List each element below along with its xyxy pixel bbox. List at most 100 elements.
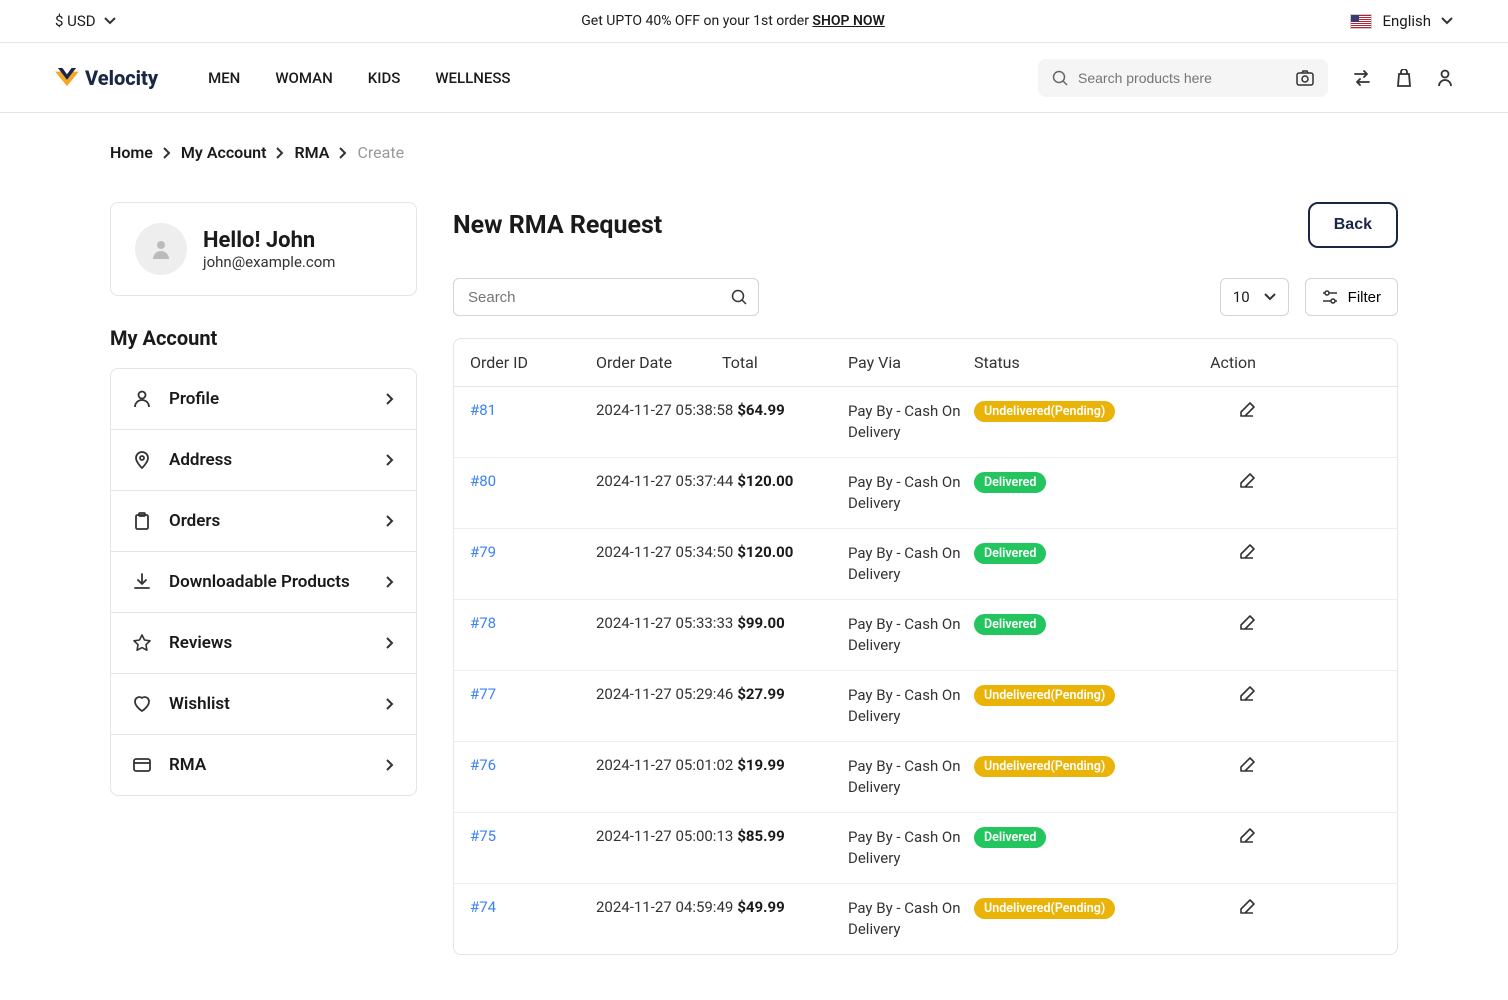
breadcrumb: Home My Account RMA Create [0,113,1508,162]
edit-icon[interactable] [1238,472,1256,490]
camera-icon[interactable] [1296,70,1314,86]
main-content: New RMA Request Back 10 Filter Order [453,202,1398,955]
page-title: New RMA Request [453,211,662,240]
chevron-right-icon [386,576,394,588]
order-id-link[interactable]: #81 [470,401,496,419]
chevron-down-icon [1264,293,1276,301]
status-badge: Delivered [974,543,1046,564]
filter-button[interactable]: Filter [1305,278,1398,316]
order-date: 2024-11-27 05:29:46 [596,685,733,703]
promo-banner: Get UPTO 40% OFF on your 1st order SHOP … [581,13,885,29]
page-size-select[interactable]: 10 [1220,278,1289,316]
filter-label: Filter [1348,289,1381,306]
order-id-link[interactable]: #78 [470,614,496,632]
order-date: 2024-11-27 05:38:58 [596,401,733,419]
chevron-right-icon [163,147,171,159]
breadcrumb-create: Create [357,143,404,162]
chevron-down-icon [104,17,116,25]
order-id-link[interactable]: #80 [470,472,496,490]
edit-icon[interactable] [1238,898,1256,916]
user-card: Hello! John john@example.com [110,202,417,296]
breadcrumb-account[interactable]: My Account [181,143,267,162]
order-total: $27.99 [737,685,784,703]
chevron-down-icon [1441,17,1453,25]
edit-icon[interactable] [1238,756,1256,774]
chevron-right-icon [386,515,394,527]
search-box[interactable] [1038,59,1328,97]
sidebar-item-label: Orders [169,511,368,531]
table-row: #76 2024-11-27 05:01:02 $19.99 Pay By - … [454,742,1397,813]
search-input[interactable] [1068,70,1296,86]
order-date: 2024-11-27 05:01:02 [596,756,733,774]
sidebar-item-label: Address [169,450,368,470]
language-label: English [1382,12,1431,30]
edit-icon[interactable] [1238,827,1256,845]
edit-icon[interactable] [1238,543,1256,561]
edit-icon[interactable] [1238,401,1256,419]
nav-link-wellness[interactable]: WELLNESS [435,69,510,87]
main-header-row: New RMA Request Back [453,202,1398,248]
compare-icon[interactable] [1353,70,1371,86]
order-date: 2024-11-27 05:34:50 [596,543,733,561]
order-id-link[interactable]: #74 [470,898,496,916]
order-id-link[interactable]: #75 [470,827,496,845]
sidebar-item-address[interactable]: Address [111,430,416,491]
breadcrumb-rma[interactable]: RMA [294,143,329,162]
clipboard-icon [133,512,151,530]
chevron-right-icon [386,759,394,771]
language-selector[interactable]: English [1350,12,1453,30]
currency-selector[interactable]: $ USD [55,12,116,30]
cart-icon[interactable] [1396,69,1412,87]
nav-link-woman[interactable]: WOMAN [275,69,332,87]
sidebar-item-label: Profile [169,389,368,409]
nav-link-men[interactable]: MEN [208,69,240,87]
status-badge: Undelivered(Pending) [974,898,1115,919]
sidebar-item-orders[interactable]: Orders [111,491,416,552]
avatar-icon [149,237,173,261]
back-button[interactable]: Back [1308,202,1398,248]
avatar [135,223,187,275]
sidebar-item-downloadable-products[interactable]: Downloadable Products [111,552,416,613]
data-table: Order ID Order Date Total Pay Via Status… [453,338,1398,955]
shop-now-link[interactable]: SHOP NOW [812,13,884,29]
order-date: 2024-11-27 05:37:44 [596,472,733,490]
logo[interactable]: Velocity [55,66,158,90]
sidebar: Hello! John john@example.com My Account … [110,202,417,955]
col-order-id: Order ID [470,353,596,372]
edit-icon[interactable] [1238,614,1256,632]
sidebar-item-label: Downloadable Products [169,572,368,592]
table-row: #79 2024-11-27 05:34:50 $120.00 Pay By -… [454,529,1397,600]
main-header: Velocity MEN WOMAN KIDS WELLNESS [0,43,1508,113]
status-badge: Undelivered(Pending) [974,685,1115,706]
search-icon [1052,70,1068,86]
promo-prefix: Get UPTO 40% OFF on your 1st order [581,13,812,29]
order-id-link[interactable]: #77 [470,685,496,703]
breadcrumb-home[interactable]: Home [110,143,153,162]
flag-icon [1350,14,1372,29]
order-id-link[interactable]: #76 [470,756,496,774]
pin-icon [133,451,151,469]
sidebar-item-reviews[interactable]: Reviews [111,613,416,674]
table-head: Order ID Order Date Total Pay Via Status… [454,339,1397,387]
header-right [1038,59,1453,97]
col-pay-via: Pay Via [848,353,974,372]
pay-via: Pay By - Cash On Delivery [848,827,974,869]
sidebar-item-wishlist[interactable]: Wishlist [111,674,416,735]
sidebar-item-rma[interactable]: RMA [111,735,416,795]
order-total: $120.00 [737,472,793,490]
status-badge: Delivered [974,827,1046,848]
sidebar-item-profile[interactable]: Profile [111,369,416,430]
table-row: #80 2024-11-27 05:37:44 $120.00 Pay By -… [454,458,1397,529]
table-search-input[interactable] [453,278,759,316]
page-body: Hello! John john@example.com My Account … [0,162,1508,995]
nav-link-kids[interactable]: KIDS [368,69,401,87]
table-row: #75 2024-11-27 05:00:13 $85.99 Pay By - … [454,813,1397,884]
order-total: $49.99 [737,898,784,916]
user-icon[interactable] [1437,69,1453,87]
pay-via: Pay By - Cash On Delivery [848,401,974,443]
order-id-link[interactable]: #79 [470,543,496,561]
edit-icon[interactable] [1238,685,1256,703]
star-icon [133,634,151,652]
chevron-right-icon [386,698,394,710]
order-total: $120.00 [737,543,793,561]
